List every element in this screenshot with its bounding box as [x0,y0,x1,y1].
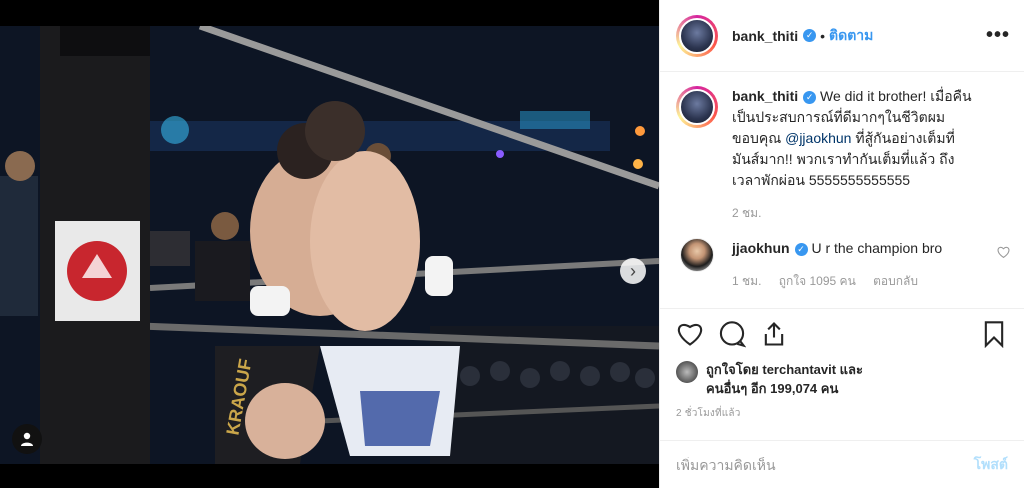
comment-like-heart-icon[interactable] [997,246,1010,261]
comment-reply-button[interactable]: ตอบกลับ [873,274,918,288]
liker-avatar[interactable] [676,361,698,383]
commenter-avatar[interactable] [680,238,714,272]
caption-author[interactable]: bank_thiti [732,88,798,104]
add-comment-bar: โพสต์ [660,440,1024,488]
caption-author-avatar[interactable] [676,86,718,128]
verified-badge-icon: ✓ [803,29,817,42]
caption: bank_thiti ✓ We did it brother! เมื่อคืนเ… [676,86,1010,224]
verified-badge-icon: ✓ [794,242,808,256]
comment-input[interactable] [676,456,974,473]
post-header: bank_thiti ✓ • ติดตาม ••• [660,0,1024,72]
post-media-panel: KRAOUF › [0,0,659,488]
post-photo[interactable]: KRAOUF › [0,26,659,464]
heart-icon[interactable] [676,320,704,348]
more-options-icon[interactable]: ••• [986,24,1010,47]
post-side-panel: bank_thiti ✓ • ติดตาม ••• bank_thiti ✓ We… [659,0,1024,488]
liked-by-line[interactable]: ถูกใจโดย terchantavit และ [706,360,863,379]
comment-timestamp: 1 ชม. [732,274,762,288]
likes-count-line[interactable]: คนอื่นๆ อีก 199,074 คน [706,379,863,398]
bookmark-icon[interactable] [980,320,1008,348]
follow-button[interactable]: ติดตาม [829,25,873,47]
boxing-ring-illustration: KRAOUF [0,26,659,464]
comment-text: U r the champion bro [811,240,943,256]
comment-likes-count[interactable]: ถูกใจ 1095 คน [779,274,856,288]
caption-mention-link[interactable]: @jjaokhun [785,130,851,146]
post-actions-bar [660,308,1024,358]
caption-timestamp: 2 ชม. [732,206,762,220]
comment-icon[interactable] [718,320,746,348]
comment-item: jjaokhun ✓ U r the champion bro 1 ชม. ถูก… [676,238,1010,292]
post-comment-button[interactable]: โพสต์ [974,454,1008,476]
user-tag-icon[interactable] [12,424,42,454]
share-icon[interactable] [760,320,788,348]
chevron-right-icon[interactable]: › [620,258,646,284]
verified-badge-icon: ✓ [803,90,817,104]
separator-dot: • [820,27,826,44]
likes-summary: ถูกใจโดย terchantavit และ คนอื่นๆ อีก 19… [676,360,1008,398]
post-timestamp: 2 ชั่วโมงที่แล้ว [676,408,741,419]
comments-section: bank_thiti ✓ We did it brother! เมื่อคืนเ… [676,86,1010,308]
author-avatar[interactable] [676,14,718,57]
author-username[interactable]: bank_thiti [732,28,798,44]
commenter-username[interactable]: jjaokhun [732,240,790,256]
